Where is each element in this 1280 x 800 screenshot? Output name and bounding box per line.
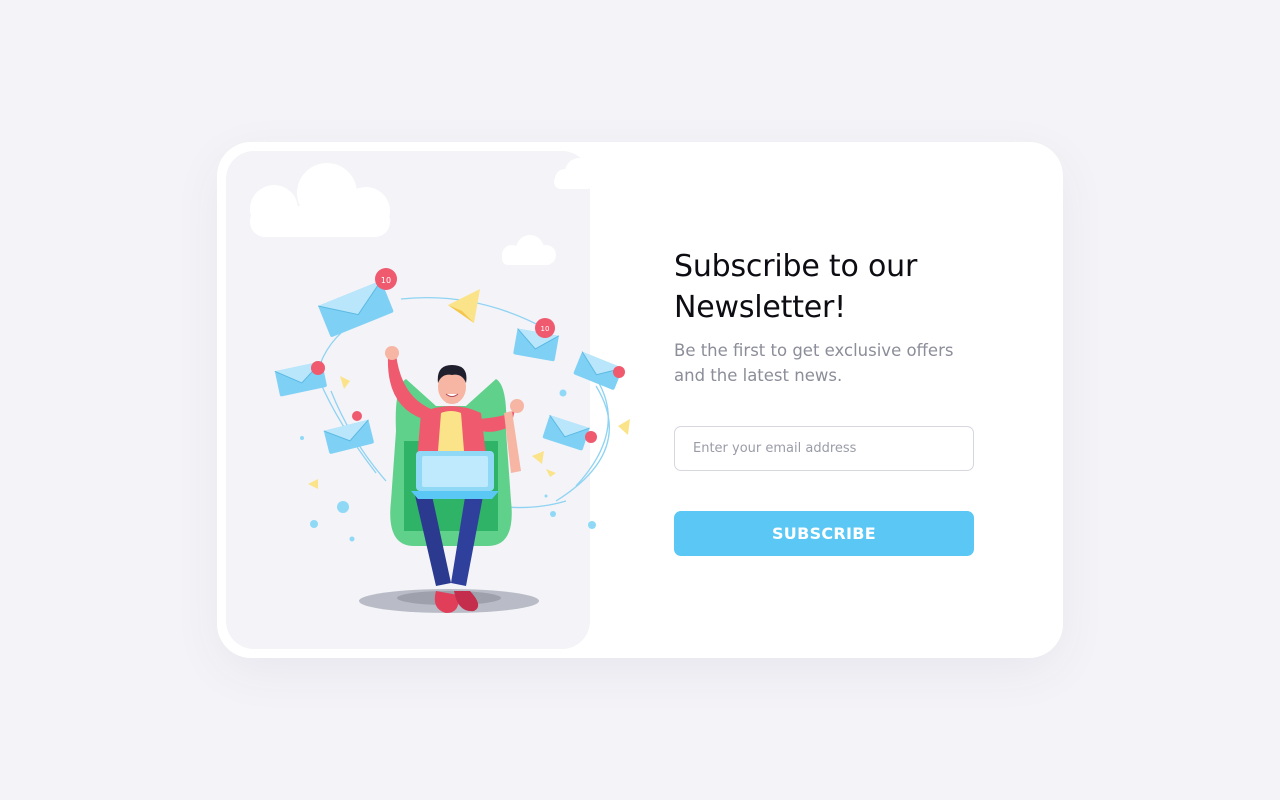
envelope-icon (542, 414, 590, 451)
notification-badge-icon (585, 431, 597, 443)
paper-plane-icon (546, 469, 556, 477)
person-with-laptop (359, 346, 539, 613)
notification-badge-icon: 10 (375, 268, 397, 290)
notification-badge-icon (311, 361, 325, 375)
envelope-icon (323, 419, 374, 454)
newsletter-illustration: 10 10 (250, 158, 630, 613)
cloud-icon (502, 235, 556, 265)
paper-plane-icon (532, 451, 544, 464)
newsletter-subtitle: Be the first to get exclusive offers and… (674, 341, 954, 385)
notification-badge-icon (613, 366, 625, 378)
badge-number: 10 (381, 276, 391, 285)
paper-plane-icon (618, 419, 630, 435)
email-field[interactable] (674, 426, 974, 471)
badge-number: 10 (541, 325, 550, 333)
illustration-panel: 10 10 (226, 151, 630, 649)
subscribe-content: Subscribe to our Newsletter! Be the firs… (674, 246, 974, 556)
paper-plane-icon (340, 376, 350, 389)
notification-badge-icon: 10 (535, 318, 555, 338)
newsletter-card: 10 10 Subscribe to our Newsletter! Be th… (217, 142, 1063, 658)
cloud-icon (250, 163, 390, 237)
cloud-icon (554, 158, 594, 189)
subscribe-button[interactable]: SUBSCRIBE (674, 511, 974, 556)
paper-plane-icon (448, 289, 480, 323)
newsletter-title: Subscribe to our Newsletter! (674, 249, 918, 325)
notification-badge-icon (352, 411, 362, 421)
paper-plane-icon (308, 479, 318, 489)
